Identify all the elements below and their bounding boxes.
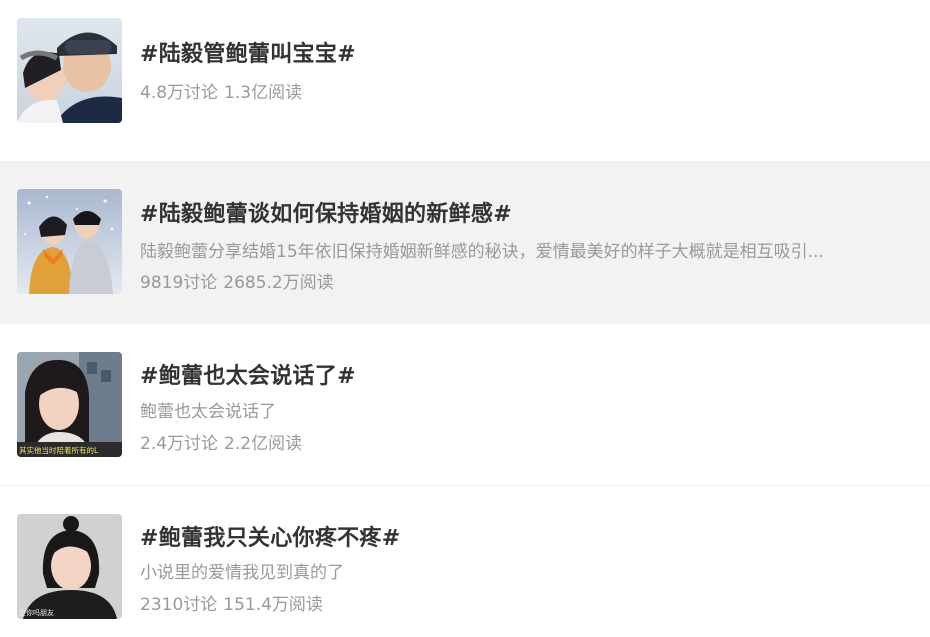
discuss-count: 2.4万讨论 xyxy=(140,434,219,454)
topic-stats: 4.8万讨论 1.3亿阅读 xyxy=(140,78,302,103)
discuss-count: 4.8万讨论 xyxy=(140,83,219,103)
topic-stats: 9819讨论 2685.2万阅读 xyxy=(140,268,334,293)
topic-thumbnail[interactable] xyxy=(17,18,122,123)
ski-couple-photo-icon xyxy=(17,18,122,123)
topic-stats: 2310讨论 151.4万阅读 xyxy=(140,590,323,615)
topic-thumbnail[interactable] xyxy=(17,189,122,294)
topic-item[interactable]: 其实他当时陪着所有的L #鲍蕾也太会说话了# 鲍蕾也太会说话了 2.4万讨论 2.… xyxy=(0,324,930,486)
discuss-count: 9819讨论 xyxy=(140,273,218,293)
topic-item[interactable]: #陆毅管鲍蕾叫宝宝# 4.8万讨论 1.3亿阅读 xyxy=(0,0,930,162)
topic-item[interactable]: #陆毅鲍蕾谈如何保持婚姻的新鲜感# 陆毅鲍蕾分享结婚15年依旧保持婚姻新鲜感的秘… xyxy=(0,162,930,324)
topic-thumbnail[interactable]: 其实他当时陪着所有的L xyxy=(17,352,122,457)
topic-title[interactable]: #陆毅鲍蕾谈如何保持婚姻的新鲜感# xyxy=(140,196,512,228)
read-count: 1.3亿阅读 xyxy=(224,83,303,103)
topic-title[interactable]: #陆毅管鲍蕾叫宝宝# xyxy=(140,36,356,68)
topic-description: 小说里的爱情我见到真的了 xyxy=(140,563,344,583)
topic-thumbnail[interactable]: 是你吗朋友 xyxy=(17,514,122,619)
woman-bun-photo-icon: 是你吗朋友 xyxy=(17,514,122,619)
topic-stats: 2.4万讨论 2.2亿阅读 xyxy=(140,429,302,454)
thumb-caption: 其实他当时陪着所有的L xyxy=(19,445,99,455)
topic-title[interactable]: #鲍蕾也太会说话了# xyxy=(140,358,356,390)
read-count: 2.2亿阅读 xyxy=(224,434,303,454)
read-count: 2685.2万阅读 xyxy=(223,273,334,293)
topic-description: 陆毅鲍蕾分享结婚15年依旧保持婚姻新鲜感的秘诀，爱情最美好的样子大概就是相互吸引… xyxy=(140,242,824,262)
read-count: 151.4万阅读 xyxy=(223,595,323,615)
topic-description: 鲍蕾也太会说话了 xyxy=(140,402,276,422)
thumb-caption: 是你吗朋友 xyxy=(19,608,54,617)
snow-couple-photo-icon xyxy=(17,189,122,294)
topic-item[interactable]: 是你吗朋友 #鲍蕾我只关心你疼不疼# 小说里的爱情我见到真的了 2310讨论 15… xyxy=(0,486,930,637)
topic-list: #陆毅管鲍蕾叫宝宝# 4.8万讨论 1.3亿阅读 #陆毅鲍蕾谈如何保持婚姻的新鲜… xyxy=(0,0,930,637)
woman-portrait-photo-icon: 其实他当时陪着所有的L xyxy=(17,352,122,457)
topic-title[interactable]: #鲍蕾我只关心你疼不疼# xyxy=(140,520,400,552)
discuss-count: 2310讨论 xyxy=(140,595,218,615)
